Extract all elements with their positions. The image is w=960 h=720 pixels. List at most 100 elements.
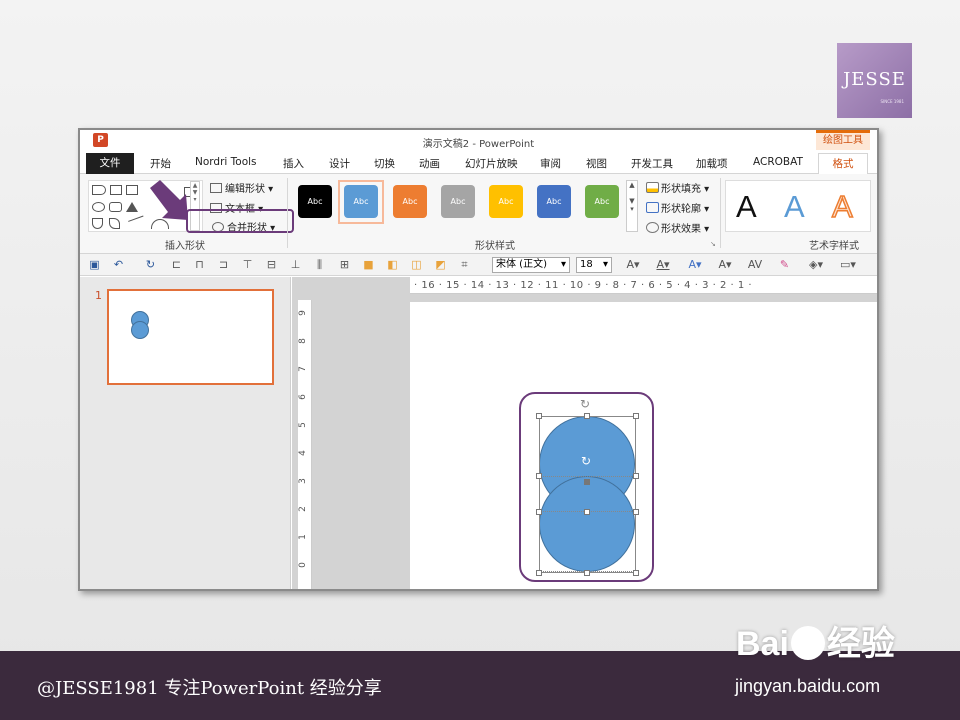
slide-number: 1 <box>95 289 102 302</box>
char-spacing-icon[interactable]: AV <box>744 258 766 271</box>
tab-animations[interactable]: 动画 <box>419 156 440 171</box>
tab-view[interactable]: 视图 <box>586 156 607 171</box>
tab-developer[interactable]: 开发工具 <box>631 156 673 171</box>
increase-font-icon[interactable]: A▾ <box>714 258 736 271</box>
slide-editor: · 16 · 15 · 14 · 13 · 12 · 11 · 10 · 9 ·… <box>292 277 877 589</box>
wordart-orange-outline[interactable]: A <box>831 188 853 225</box>
undo-icon[interactable]: ↶ <box>112 258 125 271</box>
align-bottom-icon[interactable]: ⊥ <box>289 258 302 271</box>
edit-shape-button[interactable]: 编辑形状 ▾ <box>210 180 273 195</box>
crop-icon[interactable]: ⌗ <box>458 258 471 271</box>
save-icon[interactable]: ▣ <box>88 258 101 271</box>
bring-forward-icon[interactable]: ■ <box>362 258 375 271</box>
shape-styles-group-label: 形状样式 <box>475 241 515 252</box>
wordart-black[interactable]: A <box>736 189 757 225</box>
slide-thumbnail[interactable] <box>107 289 274 385</box>
jesse-logo: JESSE SINCE 1981 <box>837 43 912 118</box>
wordart-gallery: A A A <box>725 180 871 232</box>
ungroup-icon[interactable]: ◩ <box>434 258 447 271</box>
send-backward-icon[interactable]: ◧ <box>386 258 399 271</box>
style-swatch-black[interactable]: Abc <box>298 185 332 218</box>
ribbon-tabs: 文件 开始 Nordri Tools 插入 设计 切换 动画 幻灯片放映 审阅 … <box>80 153 877 175</box>
freeform-shape-icon[interactable] <box>109 218 120 229</box>
dialog-launcher-icon[interactable]: ↘ <box>710 240 716 248</box>
tab-addins[interactable]: 加载项 <box>696 156 728 171</box>
font-color-icon[interactable]: A▾ <box>622 258 644 271</box>
tab-slideshow[interactable]: 幻灯片放映 <box>465 156 518 171</box>
shape-effects-label: 形状效果 <box>661 224 701 235</box>
style-swatch-gray[interactable]: Abc <box>441 185 475 218</box>
pen-icon <box>646 202 659 213</box>
arrow-shape-icon[interactable] <box>92 218 103 229</box>
rounded-rect-shape-icon[interactable] <box>109 202 122 212</box>
align-center-icon[interactable]: ⊓ <box>193 258 206 271</box>
site-url: jingyan.baidu.com <box>735 676 881 696</box>
vertical-textbox-shape-icon[interactable] <box>126 185 138 195</box>
vruler-tick: 3 <box>297 478 308 484</box>
style-swatch-dark-blue[interactable]: Abc <box>537 185 571 218</box>
style-swatch-orange[interactable]: Abc <box>393 185 427 218</box>
baidu-logo-text: Bai <box>736 625 789 663</box>
jingyan-logo-text: 经验 <box>826 625 895 663</box>
shape-fill-button[interactable]: 形状填充 ▾ <box>646 180 709 195</box>
tab-acrobat[interactable]: ACROBAT <box>753 156 803 168</box>
logo-tagline: SINCE 1981 <box>880 99 904 104</box>
distribute-vertical-icon[interactable]: ⊞ <box>338 258 351 271</box>
author-credit: @JESSE1981 专注PowerPoint 经验分享 <box>37 678 382 699</box>
style-swatch-gold[interactable]: Abc <box>489 185 523 218</box>
annotation-arrow <box>146 178 190 222</box>
tab-format[interactable]: 格式 <box>818 153 868 175</box>
merge-shapes-highlight <box>186 209 294 233</box>
vruler-tick: 7 <box>297 366 308 372</box>
tab-home[interactable]: 开始 <box>150 156 171 171</box>
powerpoint-window: P 演示文稿2 - PowerPoint 绘图工具 文件 开始 Nordri T… <box>78 128 879 591</box>
tab-insert[interactable]: 插入 <box>283 156 304 171</box>
style-swatch-blue[interactable]: Abc <box>344 185 378 218</box>
tab-design[interactable]: 设计 <box>329 156 350 171</box>
distribute-icon[interactable]: ⫼ <box>313 258 326 271</box>
textbox-shape-icon[interactable] <box>110 185 122 195</box>
triangle-shape-icon[interactable] <box>126 202 138 212</box>
pentagon-shape-icon[interactable] <box>92 185 106 195</box>
text-effect-icon[interactable]: A▾ <box>684 258 706 271</box>
tab-file[interactable]: 文件 <box>86 153 134 174</box>
align-right-icon[interactable]: ⊐ <box>217 258 230 271</box>
align-middle-icon[interactable]: ⊟ <box>265 258 278 271</box>
font-size-select[interactable]: 18 ▾ <box>576 257 612 273</box>
paint-bucket-icon <box>646 182 659 193</box>
slide-thumbnail-pane: 1 <box>80 277 291 589</box>
edit-shape-icon <box>210 183 222 193</box>
style-swatch-green[interactable]: Abc <box>585 185 619 218</box>
eraser-icon[interactable]: ✎ <box>778 258 791 271</box>
vruler-tick: 5 <box>297 422 308 428</box>
paw-icon <box>790 626 825 660</box>
slide-canvas[interactable]: ↻ ↻ <box>410 302 877 589</box>
group-icon[interactable]: ◫ <box>410 258 423 271</box>
ribbon-separator <box>720 178 721 248</box>
shape-outline-label: 形状轮廓 <box>661 204 701 215</box>
wordart-blue[interactable]: A <box>784 189 805 225</box>
oval-shape-icon[interactable] <box>92 202 105 212</box>
insert-shapes-group-label: 插入形状 <box>165 241 205 252</box>
tab-transitions[interactable]: 切换 <box>374 156 395 171</box>
shape-fill-label: 形状填充 <box>661 184 701 195</box>
styles-gallery-scroll[interactable]: ▲ ▼ ▾ <box>626 180 638 232</box>
fill-color-icon[interactable]: ◈▾ <box>805 258 827 271</box>
align-left-icon[interactable]: ⊏ <box>170 258 183 271</box>
shape-outline-button[interactable]: 形状轮廓 ▾ <box>646 200 709 215</box>
tab-review[interactable]: 审阅 <box>540 156 561 171</box>
window-title: 演示文稿2 - PowerPoint <box>422 139 535 150</box>
tab-nordri-tools[interactable]: Nordri Tools <box>195 156 257 168</box>
font-size-value: 18 <box>580 259 593 270</box>
quick-access-toolbar: ▣ ↶ ↻ ⊏ ⊓ ⊐ ⊤ ⊟ ⊥ ⫼ ⊞ ■ ◧ ◫ ◩ ⌗ 宋体 (正文) ▾… <box>80 254 877 276</box>
align-top-icon[interactable]: ⊤ <box>241 258 254 271</box>
thumbnail-circle-bottom <box>131 321 149 339</box>
shape-effects-button[interactable]: 形状效果 ▾ <box>646 220 709 235</box>
outline-color-icon[interactable]: ▭▾ <box>837 258 859 271</box>
redo-icon[interactable]: ↻ <box>144 258 157 271</box>
vruler-tick: 0 <box>297 562 308 568</box>
baidu-jingyan-logo: Bai 经验 <box>736 616 895 665</box>
text-highlight-icon[interactable]: A▾ <box>652 258 674 271</box>
curve-shape-icon[interactable] <box>128 215 146 229</box>
font-name-select[interactable]: 宋体 (正文) ▾ <box>492 257 570 273</box>
